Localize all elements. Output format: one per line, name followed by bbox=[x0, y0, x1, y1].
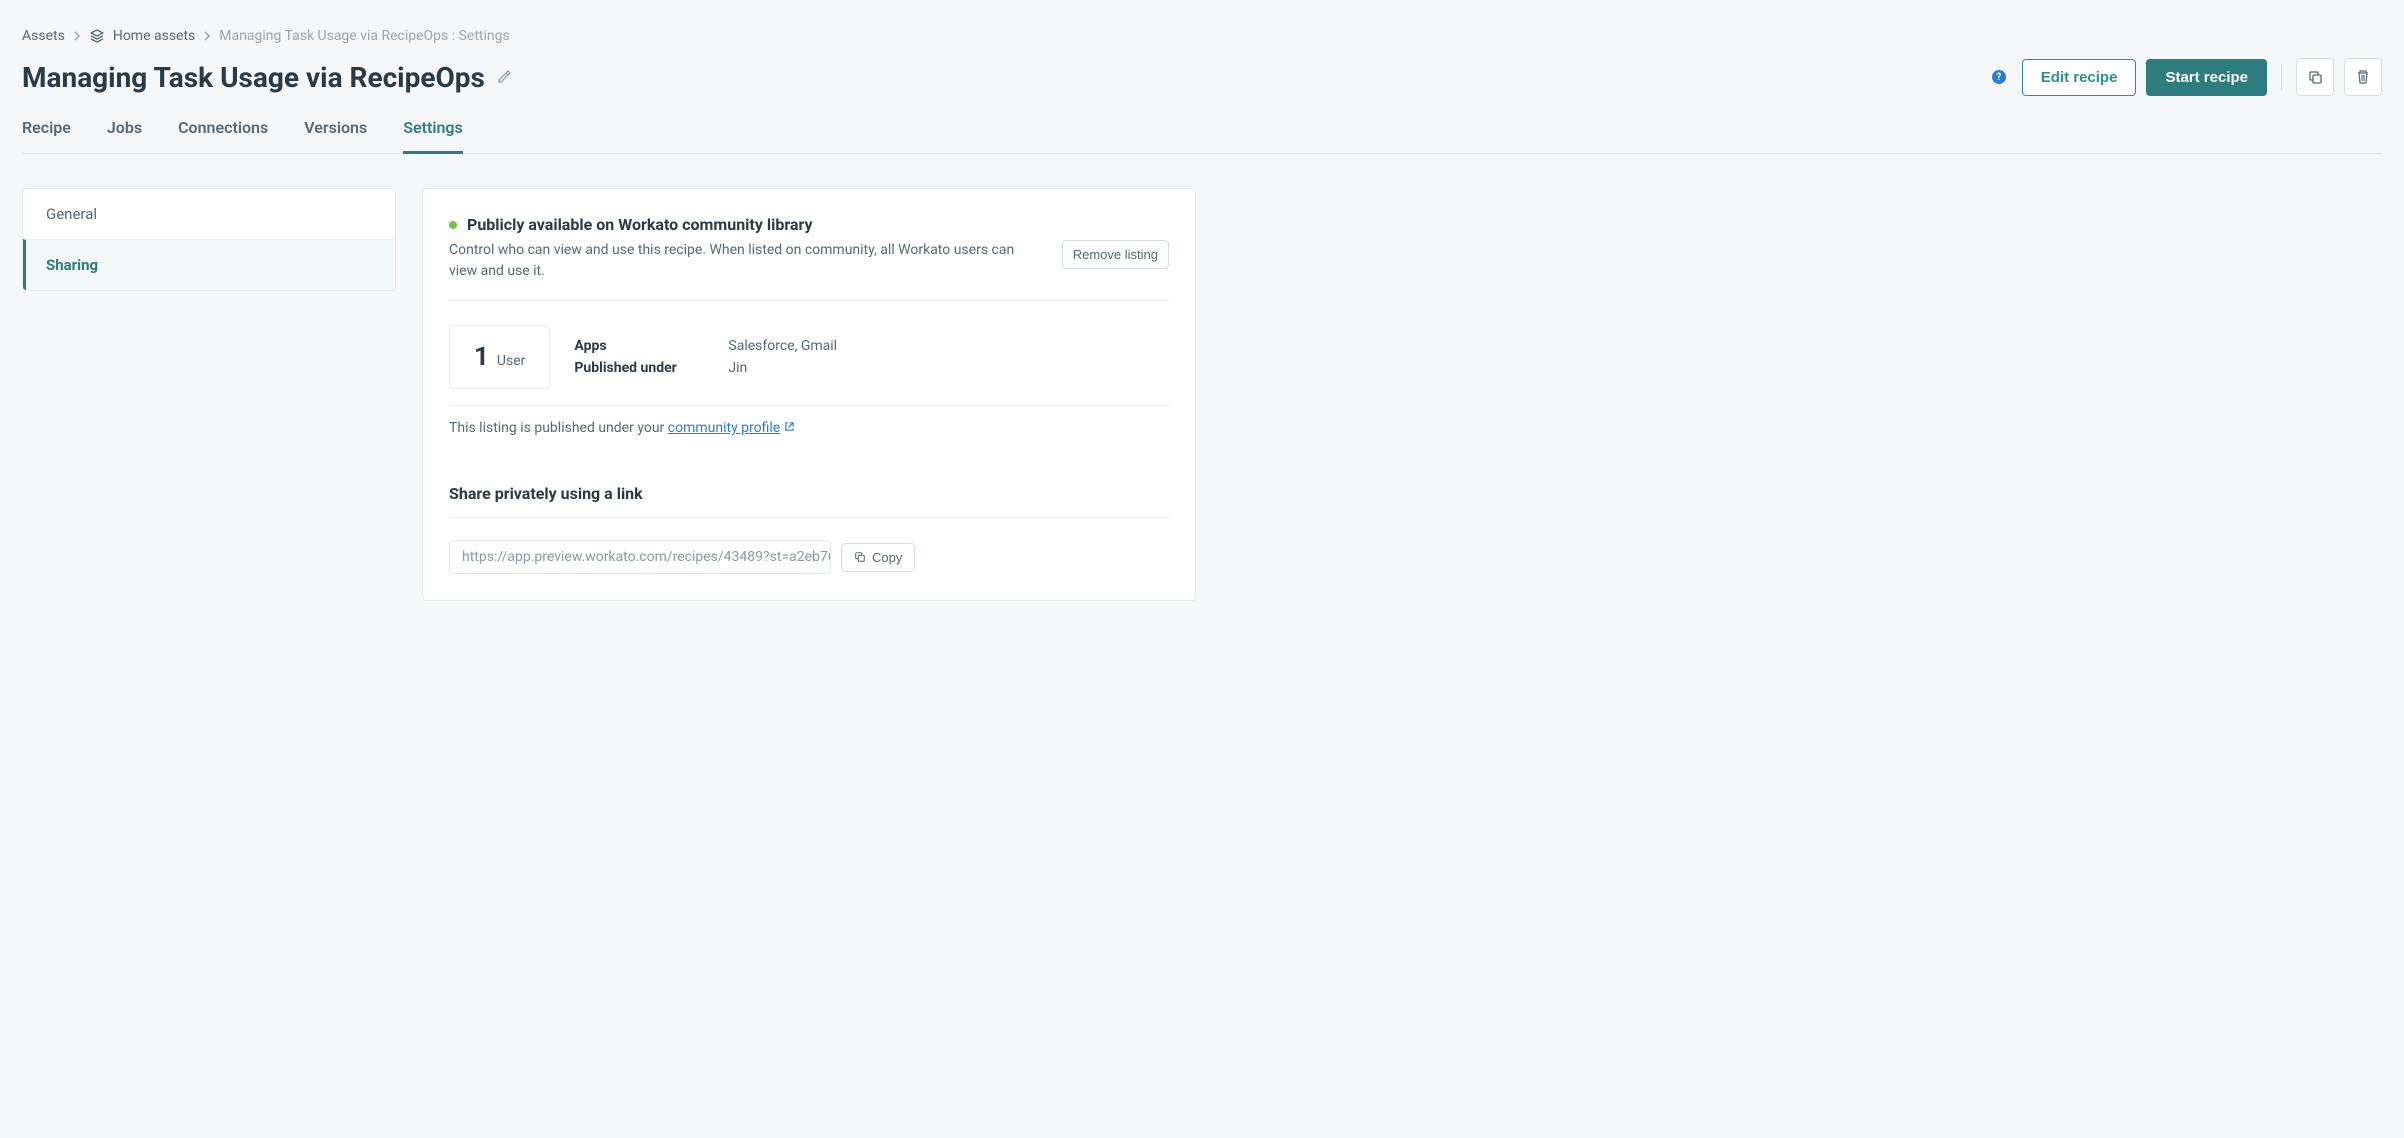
published-under-value: Jin bbox=[728, 360, 837, 376]
sidebar-item-general[interactable]: General bbox=[23, 189, 395, 239]
copy-icon bbox=[854, 551, 866, 563]
tab-recipe[interactable]: Recipe bbox=[22, 118, 71, 154]
user-count-box: 1 User bbox=[449, 325, 550, 389]
header-actions: ? Edit recipe Start recipe bbox=[1992, 58, 2382, 96]
copy-link-label: Copy bbox=[872, 550, 902, 565]
tab-versions[interactable]: Versions bbox=[304, 118, 367, 154]
sharing-panel: Publicly available on Workato community … bbox=[422, 188, 1196, 601]
published-under-label: Published under bbox=[574, 360, 704, 376]
published-note-prefix: This listing is published under your bbox=[449, 420, 668, 436]
tab-settings[interactable]: Settings bbox=[403, 118, 463, 154]
breadcrumb: Assets Home assets Managing Task Usage v… bbox=[22, 28, 2382, 44]
share-private-title: Share privately using a link bbox=[449, 484, 1169, 518]
clone-button[interactable] bbox=[2296, 58, 2334, 96]
breadcrumb-home-assets[interactable]: Home assets bbox=[113, 28, 195, 44]
apps-label: Apps bbox=[574, 338, 704, 354]
breadcrumb-current: Managing Task Usage via RecipeOps : Sett… bbox=[219, 28, 509, 44]
remove-listing-button[interactable]: Remove listing bbox=[1062, 240, 1169, 269]
user-count-value: 1 bbox=[474, 342, 489, 372]
external-link-icon bbox=[784, 420, 795, 436]
delete-button[interactable] bbox=[2344, 58, 2382, 96]
page-title: Managing Task Usage via RecipeOps bbox=[22, 61, 485, 94]
tabs: Recipe Jobs Connections Versions Setting… bbox=[22, 118, 2382, 154]
tab-jobs[interactable]: Jobs bbox=[107, 118, 142, 154]
copy-link-button[interactable]: Copy bbox=[841, 543, 915, 572]
copy-icon bbox=[2307, 69, 2323, 85]
help-icon[interactable]: ? bbox=[1992, 70, 2006, 84]
chevron-right-icon bbox=[73, 31, 81, 41]
settings-sidebar: General Sharing bbox=[22, 188, 396, 291]
public-status-title: Publicly available on Workato community … bbox=[467, 215, 813, 234]
edit-recipe-button[interactable]: Edit recipe bbox=[2022, 59, 2137, 96]
folder-stack-icon bbox=[89, 29, 105, 43]
breadcrumb-assets[interactable]: Assets bbox=[22, 28, 65, 44]
apps-value: Salesforce, Gmail bbox=[728, 338, 837, 354]
private-link-field[interactable]: https://app.preview.workato.com/recipes/… bbox=[449, 540, 831, 574]
tab-connections[interactable]: Connections bbox=[178, 118, 268, 154]
public-description: Control who can view and use this recipe… bbox=[449, 240, 1042, 282]
sidebar-item-sharing[interactable]: Sharing bbox=[23, 239, 395, 290]
start-recipe-button[interactable]: Start recipe bbox=[2146, 59, 2267, 96]
chevron-right-icon bbox=[203, 31, 211, 41]
edit-title-icon[interactable] bbox=[497, 70, 511, 84]
community-profile-link[interactable]: community profile bbox=[668, 420, 780, 436]
user-count-label: User bbox=[497, 353, 525, 369]
status-dot-icon bbox=[449, 221, 457, 229]
trash-icon bbox=[2355, 69, 2371, 85]
divider bbox=[2281, 64, 2282, 90]
